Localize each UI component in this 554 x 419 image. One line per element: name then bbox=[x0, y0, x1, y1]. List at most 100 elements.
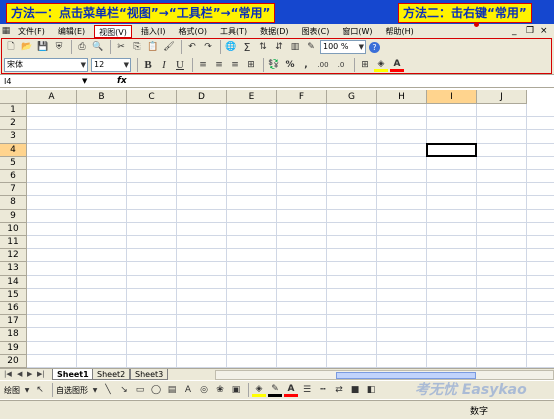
column-header-h[interactable]: H bbox=[377, 90, 427, 104]
column-header-e[interactable]: E bbox=[227, 90, 277, 104]
fill-color-icon[interactable]: ◈ bbox=[374, 58, 388, 72]
fill-color-icon[interactable]: ◈ bbox=[252, 383, 266, 397]
redo-icon[interactable]: ↷ bbox=[201, 40, 215, 54]
menu-chart[interactable]: 图表(C) bbox=[298, 25, 334, 38]
menu-edit[interactable]: 编辑(E) bbox=[54, 25, 89, 38]
row-header-15[interactable]: 15 bbox=[0, 288, 27, 302]
cut-icon[interactable]: ✂ bbox=[114, 40, 128, 54]
tab-sheet1[interactable]: Sheet1 bbox=[52, 369, 94, 380]
row-header-2[interactable]: 2 bbox=[0, 117, 27, 131]
select-objects-icon[interactable]: ↖ bbox=[33, 383, 47, 397]
first-sheet-icon[interactable]: |◀ bbox=[4, 369, 12, 380]
align-center-icon[interactable]: ≡ bbox=[212, 58, 226, 72]
font-color-icon[interactable]: A bbox=[284, 383, 298, 397]
column-header-f[interactable]: F bbox=[277, 90, 327, 104]
font-size-select[interactable]: 12 ▼ bbox=[91, 58, 131, 72]
menu-data[interactable]: 数据(D) bbox=[256, 25, 292, 38]
align-left-icon[interactable]: ≡ bbox=[196, 58, 210, 72]
underline-button[interactable]: U bbox=[173, 58, 187, 72]
open-icon[interactable]: 📂 bbox=[20, 40, 34, 54]
close-button[interactable]: × bbox=[540, 25, 548, 37]
align-right-icon[interactable]: ≡ bbox=[228, 58, 242, 72]
copy-icon[interactable]: ⎘ bbox=[130, 40, 144, 54]
column-header-d[interactable]: D bbox=[177, 90, 227, 104]
paste-icon[interactable]: 📋 bbox=[146, 40, 160, 54]
scrollbar-thumb[interactable] bbox=[336, 372, 476, 379]
new-icon[interactable]: 🗋 bbox=[4, 40, 18, 54]
row-header-4[interactable]: 4 bbox=[0, 143, 27, 157]
column-header-i[interactable]: I bbox=[427, 90, 477, 104]
arrow-style-icon[interactable]: ⇄ bbox=[332, 383, 346, 397]
row-header-19[interactable]: 19 bbox=[0, 341, 27, 355]
wordart-icon[interactable]: A bbox=[181, 383, 195, 397]
column-header-b[interactable]: B bbox=[77, 90, 127, 104]
next-sheet-icon[interactable]: ▶ bbox=[27, 369, 32, 380]
print-icon[interactable]: ⎙ bbox=[75, 40, 89, 54]
row-header-18[interactable]: 18 bbox=[0, 328, 27, 342]
row-header-13[interactable]: 13 bbox=[0, 262, 27, 276]
increase-decimal-button[interactable]: .00 bbox=[315, 58, 331, 72]
name-box[interactable]: I4 bbox=[2, 76, 90, 87]
row-header-16[interactable]: 16 bbox=[0, 302, 27, 316]
chevron-down-icon[interactable]: ▼ bbox=[91, 383, 99, 397]
line-style-icon[interactable]: ☰ bbox=[300, 383, 314, 397]
row-header-12[interactable]: 12 bbox=[0, 249, 27, 263]
line-color-icon[interactable]: ✎ bbox=[268, 383, 282, 397]
format-painter-icon[interactable]: 🖌 bbox=[162, 40, 176, 54]
textbox-icon[interactable]: ▤ bbox=[165, 383, 179, 397]
clipart-icon[interactable]: ❀ bbox=[213, 383, 227, 397]
dash-style-icon[interactable]: ┅ bbox=[316, 383, 330, 397]
row-header-8[interactable]: 8 bbox=[0, 196, 27, 210]
menu-file[interactable]: 文件(F) bbox=[14, 25, 49, 38]
picture-icon[interactable]: ▣ bbox=[229, 383, 243, 397]
menu-format[interactable]: 格式(O) bbox=[174, 25, 211, 38]
chevron-down-icon[interactable]: ▼ bbox=[82, 75, 87, 88]
decrease-decimal-button[interactable]: .0 bbox=[333, 58, 349, 72]
diagram-icon[interactable]: ◎ bbox=[197, 383, 211, 397]
row-header-6[interactable]: 6 bbox=[0, 170, 27, 184]
row-header-7[interactable]: 7 bbox=[0, 183, 27, 197]
chart-wizard-icon[interactable]: ▥ bbox=[288, 40, 302, 54]
row-header-17[interactable]: 17 bbox=[0, 315, 27, 329]
menu-help[interactable]: 帮助(H) bbox=[382, 25, 418, 38]
font-color-icon[interactable]: A bbox=[390, 58, 404, 72]
merge-center-icon[interactable]: ⊞ bbox=[244, 58, 258, 72]
print-preview-icon[interactable]: 🔍 bbox=[91, 40, 105, 54]
row-header-20[interactable]: 20 bbox=[0, 354, 27, 368]
autoshapes-menu[interactable]: 自选图形 bbox=[56, 385, 88, 396]
rectangle-icon[interactable]: ▭ bbox=[133, 383, 147, 397]
menu-insert[interactable]: 插入(I) bbox=[137, 25, 170, 38]
prev-sheet-icon[interactable]: ◀ bbox=[17, 369, 22, 380]
column-header-g[interactable]: G bbox=[327, 90, 377, 104]
undo-icon[interactable]: ↶ bbox=[185, 40, 199, 54]
comma-button[interactable]: , bbox=[299, 58, 313, 72]
column-header-c[interactable]: C bbox=[127, 90, 177, 104]
row-header-9[interactable]: 9 bbox=[0, 209, 27, 223]
help-button[interactable]: ? bbox=[369, 41, 380, 53]
save-icon[interactable]: 💾 bbox=[36, 40, 50, 54]
zoom-select[interactable]: 100 % ▼ bbox=[320, 40, 366, 54]
excel-doc-icon[interactable]: ▦ bbox=[0, 24, 12, 38]
menu-view[interactable]: 视图(V) bbox=[94, 24, 132, 38]
minimize-button[interactable]: _ bbox=[512, 25, 517, 37]
select-all-corner[interactable] bbox=[0, 90, 27, 104]
restore-button[interactable]: ❐ bbox=[526, 25, 534, 37]
tab-sheet3[interactable]: Sheet3 bbox=[130, 369, 169, 380]
row-header-3[interactable]: 3 bbox=[0, 130, 27, 144]
menu-tools[interactable]: 工具(T) bbox=[216, 25, 251, 38]
percent-button[interactable]: % bbox=[283, 58, 297, 72]
last-sheet-icon[interactable]: ▶| bbox=[37, 369, 45, 380]
shadow-icon[interactable]: ■ bbox=[348, 383, 362, 397]
column-header-j[interactable]: J bbox=[477, 90, 527, 104]
oval-icon[interactable]: ◯ bbox=[149, 383, 163, 397]
selected-cell[interactable] bbox=[426, 142, 477, 157]
row-header-1[interactable]: 1 bbox=[0, 104, 27, 118]
currency-icon[interactable]: 💱 bbox=[267, 58, 281, 72]
autosum-button[interactable]: Σ bbox=[240, 40, 254, 54]
drawing-icon[interactable]: ✎ bbox=[304, 40, 318, 54]
row-header-14[interactable]: 14 bbox=[0, 275, 27, 289]
line-icon[interactable]: ╲ bbox=[101, 383, 115, 397]
menu-window[interactable]: 窗口(W) bbox=[338, 25, 376, 38]
draw-menu[interactable]: 绘图 bbox=[4, 385, 20, 396]
arrow-icon[interactable]: ↘ bbox=[117, 383, 131, 397]
